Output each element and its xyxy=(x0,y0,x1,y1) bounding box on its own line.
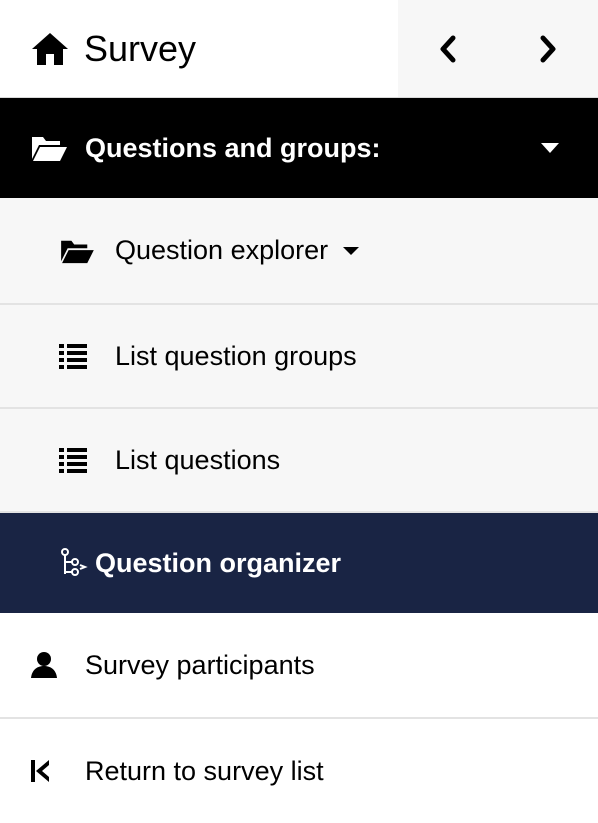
chevron-left-icon xyxy=(440,35,456,62)
menu-item-label: Question organizer xyxy=(95,547,342,578)
caret-down-icon[interactable] xyxy=(540,142,560,154)
list-icon xyxy=(59,448,87,473)
menu-item-label: Survey participants xyxy=(85,649,315,680)
home-icon xyxy=(32,32,68,65)
home-label: Survey xyxy=(84,27,197,69)
sidebar-header: Survey xyxy=(0,0,598,98)
organizer-icon xyxy=(61,548,88,576)
list-icon xyxy=(59,344,87,369)
folder-open-icon xyxy=(32,137,67,161)
caret-down-icon[interactable] xyxy=(342,246,360,256)
menu-item-label: List questions xyxy=(115,444,281,475)
menu-item-list-questions[interactable]: List questions xyxy=(0,409,598,513)
section-label: Questions and groups: xyxy=(85,132,381,163)
prev-button[interactable] xyxy=(398,0,498,97)
menu-item-label: Return to survey list xyxy=(85,755,324,786)
menu-item-survey-participants[interactable]: Survey participants xyxy=(0,613,598,717)
user-icon xyxy=(31,652,57,678)
menu-item-label: List question groups xyxy=(115,340,357,371)
section-questions-and-groups[interactable]: Questions and groups: xyxy=(0,98,598,198)
menu-item-return-to-survey-list[interactable]: Return to survey list xyxy=(0,719,598,823)
menu-item-question-organizer[interactable]: Question organizer xyxy=(0,513,598,613)
menu-item-question-explorer[interactable]: Question explorer xyxy=(0,198,598,305)
folder-open-icon xyxy=(61,240,94,263)
step-backward-icon xyxy=(31,760,49,782)
menu-item-label: Question explorer xyxy=(115,235,329,265)
menu-item-list-question-groups[interactable]: List question groups xyxy=(0,305,598,409)
chevron-right-icon xyxy=(540,35,556,62)
home-link[interactable]: Survey xyxy=(0,0,398,97)
next-button[interactable] xyxy=(498,0,598,97)
nav-arrows xyxy=(398,0,598,97)
